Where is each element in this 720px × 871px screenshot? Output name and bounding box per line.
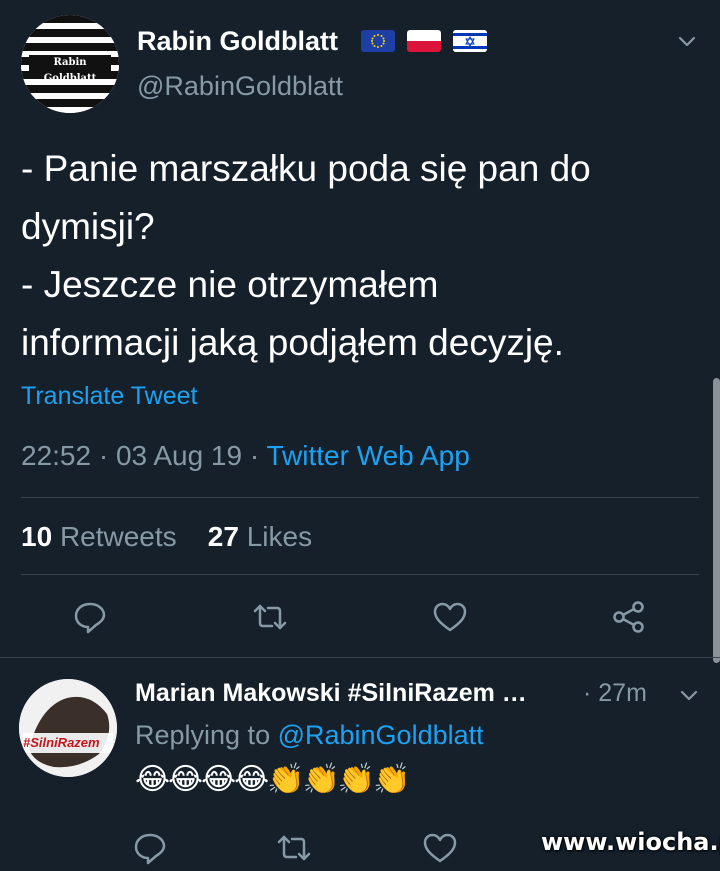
reply-time: · 27m: [583, 679, 647, 707]
replying-mention-link[interactable]: @RabinGoldblatt: [278, 720, 484, 750]
reply-icon[interactable]: [72, 599, 108, 635]
divider: [21, 497, 699, 498]
tweet-timestamp: 22:52 · 03 Aug 19 ·: [21, 440, 267, 471]
likes-label: Likes: [246, 521, 313, 552]
poland-flag-icon: [407, 30, 441, 52]
replying-prefix: Replying to: [135, 720, 278, 750]
tweet-text: - Panie marszałku poda się pan do dymisj…: [21, 148, 591, 363]
retweets-label: Retweets: [59, 521, 177, 552]
divider: [0, 657, 720, 658]
author-avatar[interactable]: Rabin Goldblatt: [21, 15, 119, 113]
avatar-label: Rabin Goldblatt: [29, 55, 111, 84]
author-handle[interactable]: @RabinGoldblatt: [137, 71, 343, 102]
author-name[interactable]: Rabin Goldblatt: [137, 26, 338, 57]
eu-flag-icon: [361, 30, 395, 52]
divider: [21, 574, 699, 575]
israel-flag-icon: [453, 30, 487, 52]
likes-count: 27: [207, 521, 239, 552]
likes-stat[interactable]: 27 Likes: [208, 521, 312, 552]
chevron-down-icon[interactable]: [676, 30, 698, 52]
replying-to: Replying to @RabinGoldblatt: [135, 720, 484, 751]
tweet-source-link[interactable]: Twitter Web App: [266, 440, 469, 471]
retweets-count: 10: [21, 521, 53, 552]
translate-tweet-link[interactable]: Translate Tweet: [21, 382, 197, 411]
like-icon[interactable]: [432, 599, 468, 635]
reply-reply-icon[interactable]: [132, 830, 168, 866]
tweet-meta: 22:52 · 03 Aug 19 · Twitter Web App: [21, 440, 470, 472]
reply-author-name[interactable]: Marian Makowski #SilniRazem …: [135, 679, 527, 708]
reply-text: 😂😂😂😂👏👏👏👏: [135, 763, 411, 796]
share-icon[interactable]: [611, 599, 647, 635]
reply-chevron-down-icon[interactable]: [678, 684, 700, 706]
reply-author-avatar[interactable]: #SilniRazem: [19, 679, 117, 777]
reply-avatar-label: #SilniRazem: [23, 735, 100, 750]
tweet-stats: 10 Retweets 27 Likes: [21, 521, 312, 553]
watermark: www.wiocha.pl: [541, 828, 720, 856]
retweet-icon[interactable]: [252, 599, 288, 635]
retweets-stat[interactable]: 10 Retweets: [21, 521, 177, 552]
reply-like-icon[interactable]: [422, 830, 458, 866]
scrollbar[interactable]: [713, 378, 720, 663]
reply-retweet-icon[interactable]: [276, 830, 312, 866]
